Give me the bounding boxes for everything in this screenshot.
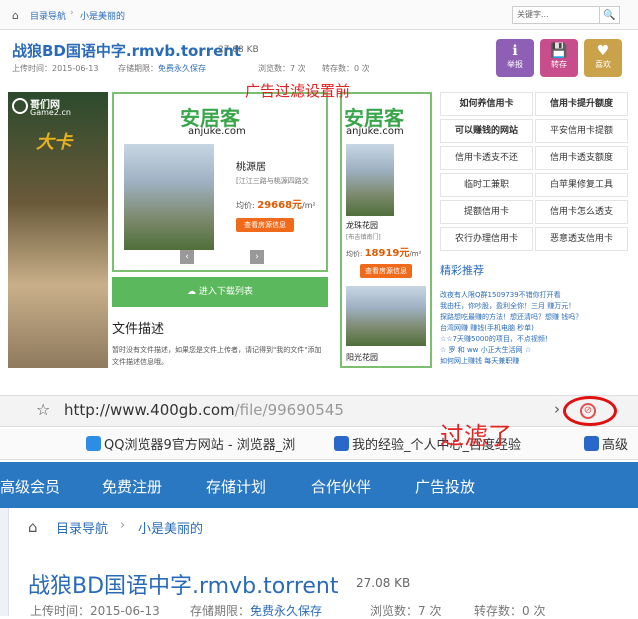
- qq-browser-icon: [86, 436, 101, 451]
- search-input[interactable]: 关键字...: [512, 6, 600, 24]
- featured-link[interactable]: 台湾网赚 赚钱(手机电脑 秒单): [440, 323, 630, 334]
- estate-price: 均价: 29668元/m²: [236, 200, 316, 211]
- bookmark-qq-browser[interactable]: QQ浏览器9官方网站 - 浏览器_浏: [86, 434, 295, 453]
- nav-advertise[interactable]: 广告投放: [415, 476, 475, 497]
- estate-address: [布吉镇南门]: [346, 234, 381, 241]
- breadcrumb-item-directory[interactable]: 目录导航: [56, 518, 108, 537]
- save-count: 转存数：0 次: [322, 64, 370, 73]
- nav-register[interactable]: 免费注册: [102, 476, 162, 497]
- home-icon[interactable]: ⌂: [12, 9, 24, 22]
- view-count: 浏览数：7 次: [370, 604, 442, 618]
- breadcrumb-separator: ›: [120, 518, 126, 533]
- search-icon[interactable]: 🔍: [600, 6, 620, 24]
- anjuke-ad-card-1[interactable]: 安居客 anjuke.com 桃源居 [江江三路与桃源四路交 均价: 29668…: [112, 92, 328, 272]
- heart-icon: ♥: [596, 43, 610, 59]
- ad-link[interactable]: 白苹果修复工具: [535, 173, 628, 197]
- report-button[interactable]: ℹ 举报: [496, 39, 534, 77]
- estate-photo-2: [346, 286, 426, 346]
- view-listing-button[interactable]: 查看房源信息: [360, 264, 412, 278]
- description-heading: 文件描述: [112, 322, 165, 337]
- cloud-download-icon: ☁: [187, 287, 197, 297]
- ad-link[interactable]: 信用卡透支不还: [440, 146, 533, 170]
- storage-value: 免费永久保存: [158, 64, 206, 73]
- screenshot-divider: [0, 371, 638, 379]
- nav-premium[interactable]: 高级会员: [0, 476, 60, 497]
- ad-link[interactable]: 信用卡透支额度: [535, 146, 628, 170]
- storage-term: 存储期限：免费永久保存: [118, 64, 206, 73]
- paw-icon: [584, 436, 599, 451]
- bookmark-advanced[interactable]: 高级: [584, 434, 628, 453]
- ad-link[interactable]: 信用卡提升额度: [535, 92, 628, 116]
- breadcrumb-item-directory[interactable]: 目录导航: [30, 9, 66, 22]
- file-size: 27.08 KB: [218, 45, 259, 55]
- estate-price: 均价: 18919元/m²: [346, 248, 422, 259]
- ad-link[interactable]: 信用卡怎么透支: [535, 200, 628, 224]
- estate-address: [江江三路与桃源四路交: [236, 177, 309, 185]
- ad-link[interactable]: 提额信用卡: [440, 200, 533, 224]
- ad-link[interactable]: 临时工兼职: [440, 173, 533, 197]
- floppy-icon: 💾: [550, 43, 568, 59]
- anjuke-domain: anjuke.com: [346, 126, 404, 137]
- file-size: 27.08 KB: [356, 576, 411, 590]
- save-to-button[interactable]: 💾 转存: [540, 39, 578, 77]
- description-text: 暂时没有文件描述，如果您是文件上传者，请记得到"我的文件"添加文件描述信息哦。: [112, 346, 322, 366]
- storage-term: 存储期限：免费永久保存: [190, 604, 323, 618]
- paw-icon: [334, 436, 349, 451]
- featured-heading: 精彩推荐: [440, 264, 484, 277]
- game-logo-sub: Game2.cn: [30, 108, 71, 117]
- ad-link[interactable]: 如何养信用卡: [440, 92, 533, 116]
- ad-link[interactable]: 平安信用卡提额: [535, 119, 628, 143]
- info-icon: ℹ: [512, 43, 518, 59]
- ad-link[interactable]: 恶意透支信用卡: [535, 227, 628, 251]
- like-button[interactable]: ♥ 喜欢: [584, 39, 622, 77]
- estate-photo: [124, 144, 214, 250]
- before-filter-caption: 广告过滤设置前: [245, 82, 351, 100]
- ad-link[interactable]: 可以赚钱的网站: [440, 119, 533, 143]
- chevron-right-icon[interactable]: ›: [554, 400, 560, 418]
- home-icon[interactable]: ⌂: [28, 518, 38, 536]
- breadcrumb-separator: ›: [70, 8, 74, 18]
- file-title: 战狼BD国语中字.rmvb.torrent: [28, 574, 339, 599]
- ad-link[interactable]: 农行办理信用卡: [440, 227, 533, 251]
- anjuke-ad-card-2[interactable]: 安居客 anjuke.com 龙珠花园 [布吉镇南门] 均价: 18919元/m…: [340, 92, 432, 368]
- nav-storage-plan[interactable]: 存储计划: [206, 476, 266, 497]
- after-filter-caption: 过滤了: [440, 422, 512, 450]
- estate-photo: [346, 144, 394, 216]
- nav-partners[interactable]: 合作伙伴: [311, 476, 371, 497]
- url-field[interactable]: http://www.400gb.com/file/99690545: [64, 401, 344, 419]
- next-arrow-icon[interactable]: ›: [250, 250, 264, 264]
- view-listing-button[interactable]: 查看房源信息: [236, 218, 294, 232]
- anjuke-domain: anjuke.com: [188, 126, 246, 137]
- game-ad-banner[interactable]: 哥们网 Game2.cn 大卡: [8, 92, 108, 368]
- save-count: 转存数：0 次: [474, 604, 546, 618]
- featured-link[interactable]: 改夜有人限Q群1509739不错你打开看: [440, 290, 630, 301]
- upload-time: 上传时间：2015-06-13: [12, 64, 99, 73]
- breadcrumb-item-user[interactable]: 小是美丽的: [138, 518, 203, 537]
- featured-link[interactable]: 探路想吃最赚的方法！想还清吗？想赚 钱吗？: [440, 312, 630, 323]
- download-list-button[interactable]: ☁ 进入下载列表: [112, 277, 328, 307]
- breadcrumb-item-user[interactable]: 小是美丽的: [80, 9, 125, 22]
- featured-link[interactable]: 我由枉，你吵股，盈利全你！三月 赚万元！: [440, 301, 630, 312]
- featured-link[interactable]: ☆☆7天赚5000的项目，不点视频！: [440, 334, 630, 345]
- bookmark-star-icon[interactable]: ☆: [36, 400, 50, 419]
- game-title: 大卡: [36, 132, 72, 153]
- breadcrumb-bar: ⌂ 目录导航 › 小是美丽的 关键字... 🔍: [0, 0, 638, 30]
- game-logo-icon: [12, 98, 28, 114]
- estate-name: 龙珠花园: [346, 221, 378, 230]
- view-count: 浏览数：7 次: [258, 64, 306, 73]
- prev-arrow-icon[interactable]: ‹: [180, 250, 194, 264]
- estate-name: 桃源居: [236, 162, 266, 173]
- upload-time: 上传时间：2015-06-13: [30, 604, 160, 618]
- featured-link[interactable]: 如何网上赚钱 每天兼职赚: [440, 356, 630, 367]
- file-title: 战狼BD国语中字.rmvb.torrent: [12, 42, 242, 60]
- estate-name-2: 阳光花园: [346, 353, 378, 362]
- highlight-circle: [563, 396, 617, 426]
- featured-link[interactable]: ☆ 罗 和 ww 小正大生活网 ☆: [440, 345, 630, 356]
